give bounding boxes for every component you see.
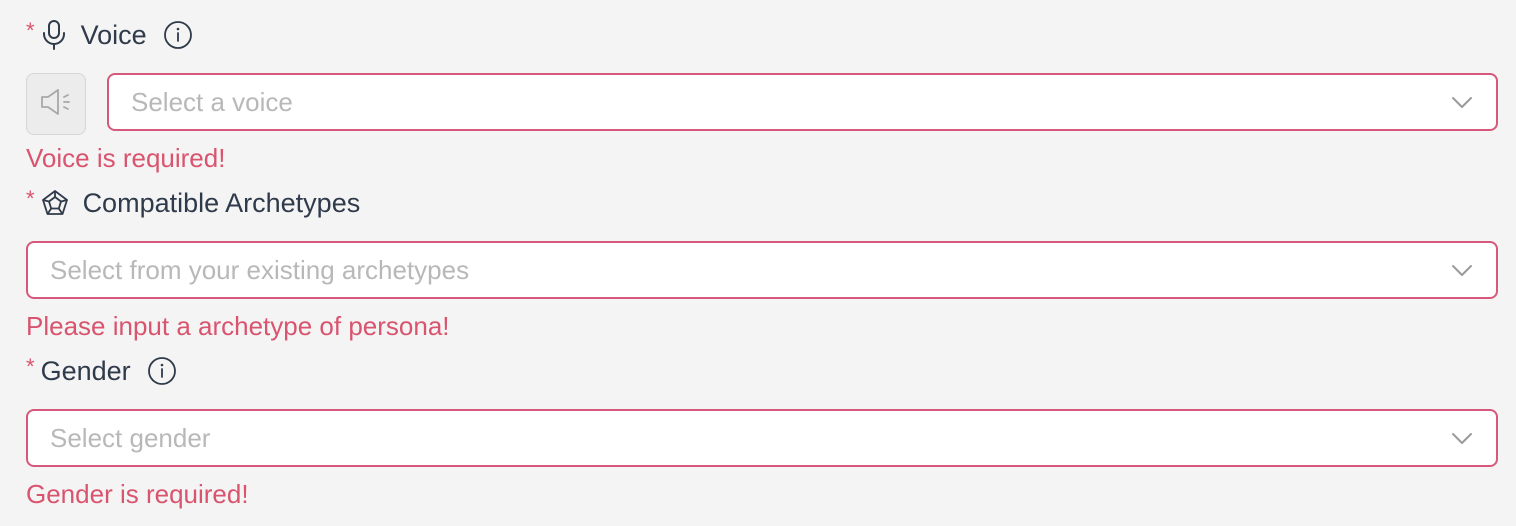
speaker-icon	[38, 87, 74, 122]
gender-label: Gender	[40, 355, 131, 386]
required-marker: *	[26, 354, 35, 379]
chevron-down-icon	[1450, 90, 1474, 114]
archetypes-label-row: * Compatible Archetypes	[26, 185, 360, 221]
voice-field: * Voice Select a voice Voice is required…	[26, 0, 1498, 180]
gender-select[interactable]: Select gender	[26, 409, 1498, 467]
required-marker: *	[26, 186, 35, 211]
gender-select-placeholder: Select gender	[50, 422, 211, 453]
voice-select[interactable]: Select a voice	[107, 73, 1498, 131]
play-voice-button[interactable]	[26, 73, 86, 135]
archetypes-select[interactable]: Select from your existing archetypes	[26, 241, 1498, 299]
gender-field: * Gender Select gender Gender is require…	[26, 336, 1498, 526]
voice-select-placeholder: Select a voice	[131, 86, 293, 117]
persona-form: * Voice Select a voice Voice is required…	[0, 0, 1516, 526]
gender-error-message: Gender is required!	[26, 479, 249, 509]
voice-label-row: * Voice	[26, 17, 193, 53]
required-marker: *	[26, 18, 35, 43]
info-icon[interactable]	[163, 20, 193, 50]
info-icon[interactable]	[147, 356, 177, 386]
archetypes-select-placeholder: Select from your existing archetypes	[50, 254, 470, 285]
chevron-down-icon	[1450, 258, 1474, 282]
voice-label: Voice	[80, 19, 147, 50]
pentagon-web-icon	[41, 189, 69, 217]
archetypes-field: * Compatible Archetypes Select from your…	[26, 168, 1498, 348]
microphone-icon	[41, 19, 67, 51]
chevron-down-icon	[1450, 426, 1474, 450]
gender-label-row: * Gender	[26, 353, 177, 389]
archetypes-label: Compatible Archetypes	[82, 187, 361, 218]
